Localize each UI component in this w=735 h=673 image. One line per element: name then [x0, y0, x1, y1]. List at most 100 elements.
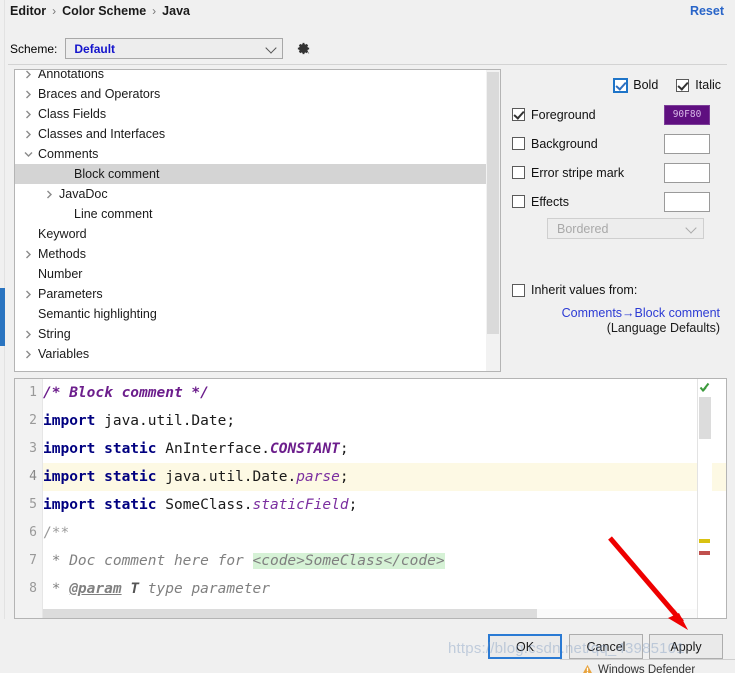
tree-item-block-comment[interactable]: Block comment [15, 164, 486, 184]
color-settings-tree[interactable]: Annotations Braces and Operators Class Fie… [14, 69, 501, 372]
chevron-right-icon[interactable] [21, 70, 36, 79]
foreground-color-swatch[interactable]: 90F80 [664, 104, 710, 125]
background-row: Background [512, 131, 727, 156]
line-number: 1 [29, 385, 37, 400]
taskbar-notification[interactable]: Windows Defender [560, 659, 735, 673]
tree-item-label: String [38, 327, 71, 341]
tree-item-label: Annotations [38, 69, 105, 81]
tree-item-javadoc[interactable]: JavaDoc [15, 184, 486, 204]
line-number: 3 [29, 441, 37, 456]
preview-hscrollbar-thumb[interactable] [43, 609, 537, 618]
code-line: 3 import static AnInterface.CONSTANT; [29, 435, 726, 463]
effects-color-swatch[interactable] [664, 191, 710, 212]
tree-item-methods[interactable]: Methods [15, 244, 486, 264]
scheme-label: Scheme: [10, 41, 58, 56]
tree-item-label: Comments [38, 147, 99, 161]
background-checkbox[interactable]: Background [512, 137, 598, 151]
code-token: java.util.Date; [95, 413, 236, 429]
tree-scrollbar-track[interactable] [486, 70, 500, 371]
tree-item-semantic-highlighting[interactable]: Semantic highlighting [15, 304, 486, 324]
scheme-select-value: Default [74, 41, 116, 56]
line-number: 5 [29, 497, 37, 512]
taskbar-label: Windows Defender [598, 663, 696, 673]
tree-scrollbar-thumb[interactable] [487, 72, 499, 334]
chevron-right-icon[interactable] [21, 110, 36, 119]
tree-item-variables[interactable]: Variables [15, 344, 486, 364]
reset-link[interactable]: Reset [690, 4, 724, 18]
error-stripe-error-mark[interactable] [699, 551, 710, 555]
foreground-checkbox-box [512, 108, 525, 121]
code-token: @param [69, 581, 122, 597]
tree-item-line-comment[interactable]: Line comment [15, 204, 486, 224]
error-stripe-checkbox[interactable]: Error stripe mark [512, 166, 624, 180]
chevron-right-icon[interactable] [21, 290, 36, 299]
breadcrumb-item-java[interactable]: Java [162, 4, 190, 18]
bold-checkbox[interactable]: Bold [613, 77, 658, 93]
foreground-label: Foreground [531, 107, 596, 122]
tree-item-parameters[interactable]: Parameters [15, 284, 486, 304]
foreground-row: Foreground 90F80 [512, 102, 727, 127]
header-divider [8, 64, 727, 65]
inherit-source-sublabel: (Language Defaults) [606, 321, 720, 335]
chevron-down-icon[interactable] [21, 151, 36, 158]
error-stripe-row: Error stripe mark [512, 160, 727, 185]
code-token: java.util.Date. [156, 469, 297, 485]
tree-item-label: Parameters [38, 287, 103, 301]
tree-item-label: Line comment [74, 207, 153, 221]
tree-item-annotations[interactable]: Annotations [15, 69, 486, 84]
tree-item-comments[interactable]: Comments [15, 144, 486, 164]
chevron-right-icon[interactable] [21, 130, 36, 139]
tree-item-label: Block comment [74, 167, 160, 181]
scheme-select[interactable]: Default [65, 38, 284, 59]
code-token: * [43, 581, 70, 597]
chevron-right-icon[interactable] [21, 350, 36, 359]
code-line: 5 import static SomeClass.staticField; [29, 491, 726, 519]
background-color-swatch[interactable] [664, 133, 710, 154]
cancel-button[interactable]: Cancel [569, 634, 643, 659]
tree-item-class-fields[interactable]: Class Fields [15, 104, 486, 124]
line-number: 2 [29, 413, 37, 428]
chevron-down-icon [685, 221, 697, 234]
apply-button[interactable]: Apply [649, 634, 723, 659]
tree-item-number[interactable]: Number [15, 264, 486, 284]
chevron-right-icon[interactable] [21, 250, 36, 259]
font-style-row: Bold Italic [512, 77, 727, 93]
warning-icon [583, 664, 592, 673]
tree-item-braces-and-operators[interactable]: Braces and Operators [15, 84, 486, 104]
effects-row: Effects [512, 189, 727, 214]
ok-button[interactable]: OK [488, 634, 562, 659]
chevron-right-icon[interactable] [21, 90, 36, 99]
italic-checkbox[interactable]: Italic [676, 78, 721, 92]
effects-checkbox-box [512, 195, 525, 208]
tree-item-classes-and-interfaces[interactable]: Classes and Interfaces [15, 124, 486, 144]
code-token: ; [339, 441, 349, 457]
effects-checkbox[interactable]: Effects [512, 195, 569, 209]
tree-item-label: Braces and Operators [38, 87, 161, 101]
gear-icon[interactable] [294, 40, 312, 58]
error-stripe-label: Error stripe mark [531, 165, 625, 180]
code-line: 6 /** [29, 519, 726, 547]
tree-item-label: Classes and Interfaces [38, 127, 166, 141]
effects-type-select[interactable]: Bordered [547, 218, 704, 239]
tree-item-label: Number [38, 267, 83, 281]
code-token: staticField [252, 497, 349, 513]
line-number: 7 [29, 553, 37, 568]
inherit-values-checkbox[interactable]: Inherit values from: [512, 283, 727, 297]
error-stripe-warning-mark[interactable] [699, 539, 710, 543]
error-stripe-color-swatch[interactable] [664, 162, 710, 183]
inspection-ok-icon[interactable] [698, 380, 712, 394]
tree-item-label: Variables [38, 347, 90, 361]
preview-scrollbar-thumb[interactable] [699, 397, 711, 439]
foreground-checkbox[interactable]: Foreground [512, 108, 596, 122]
tree-item-keyword[interactable]: Keyword [15, 224, 486, 244]
code-preview[interactable]: 1 /* Block comment */ 2 import java.util.Da… [14, 378, 727, 619]
chevron-right-icon[interactable] [21, 190, 57, 199]
chevron-right-icon[interactable] [21, 330, 36, 339]
inherit-source-link[interactable]: Comments→Block comment [512, 306, 727, 320]
background-label: Background [531, 136, 598, 151]
breadcrumb-item-color-scheme[interactable]: Color Scheme [62, 4, 146, 18]
code-token: ; [339, 469, 349, 485]
breadcrumb-item-editor[interactable]: Editor [10, 4, 46, 18]
tree-item-string[interactable]: String [15, 324, 486, 344]
inherit-values-label: Inherit values from: [531, 283, 638, 297]
